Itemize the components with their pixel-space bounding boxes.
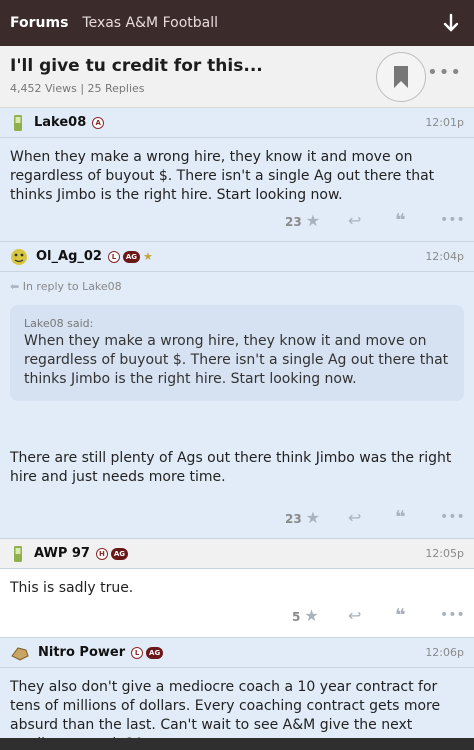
post-header: Lake08 A 12:01p: [0, 108, 474, 138]
gold-star-icon: ★: [142, 250, 153, 263]
reply-icon[interactable]: ↩: [348, 606, 361, 625]
post: AWP 97 H AG 12:05p This is sadly true. 5…: [0, 539, 474, 638]
user-badge: L: [131, 646, 144, 659]
reply-to-text: In reply to Lake08: [22, 280, 122, 293]
more-options-icon[interactable]: •••: [440, 212, 465, 228]
like-count: 23 ★: [285, 507, 321, 527]
post-actions: 23 ★ ↩ ❝ •••: [0, 507, 474, 528]
post: Nitro Power L AG 12:06p They also don't …: [0, 638, 474, 738]
post-body: They also don't give a mediocre coach a …: [10, 679, 441, 738]
post-actions: 5 ★ ↩ ❝ •••: [0, 605, 474, 626]
post-header: AWP 97 H AG 12:05p: [0, 539, 474, 569]
reply-icon[interactable]: ↩: [348, 211, 361, 230]
like-count: 5 ★: [292, 605, 319, 625]
reply-icon[interactable]: ↩: [348, 508, 361, 527]
post-body: This is sadly true.: [10, 580, 134, 596]
bookmark-button[interactable]: [376, 52, 426, 102]
ag-badge: AG: [122, 250, 140, 263]
username[interactable]: AWP 97: [34, 546, 90, 561]
phone-avatar-icon: [14, 114, 22, 131]
quote-icon[interactable]: ❝: [395, 605, 406, 626]
top-navigation-bar: Forums Texas A&M Football: [0, 0, 474, 46]
username[interactable]: Ol_Ag_02: [36, 249, 102, 264]
user-badge: H: [95, 547, 108, 560]
more-options-icon[interactable]: •••: [440, 607, 465, 623]
quote-icon[interactable]: ❝: [395, 210, 406, 231]
phone-avatar-icon: [14, 545, 22, 562]
post-time: 12:06p: [425, 646, 464, 659]
hand-avatar-icon: [11, 646, 29, 661]
quote-author: Lake08 said:: [24, 317, 94, 330]
bookmark-icon: [394, 66, 408, 88]
quote-text: When they make a wrong hire, they know i…: [24, 333, 449, 387]
post: Lake08 A 12:01p When they make a wrong h…: [0, 108, 474, 242]
post-body: There are still plenty of Ags out there …: [10, 450, 452, 485]
like-count: 23 ★: [285, 210, 321, 230]
more-options-icon[interactable]: •••: [440, 509, 465, 525]
user-badge: L: [107, 250, 120, 263]
breadcrumb-forum[interactable]: Texas A&M Football: [82, 15, 218, 31]
post: Ol_Ag_02 L AG ★ 12:04p ⬅ In reply to Lak…: [0, 242, 474, 539]
post-time: 12:01p: [425, 116, 464, 129]
post-actions: 23 ★ ↩ ❝ •••: [0, 210, 474, 231]
bottom-toolbar: [0, 738, 474, 750]
arrow-down-icon[interactable]: [442, 13, 460, 33]
forums-link[interactable]: Forums: [10, 15, 68, 31]
ag-badge: AG: [146, 646, 164, 659]
more-options-icon[interactable]: •••: [427, 62, 462, 83]
post-time: 12:04p: [425, 250, 464, 263]
quote-icon[interactable]: ❝: [395, 507, 406, 528]
username[interactable]: Lake08: [34, 115, 86, 130]
post-body: When they make a wrong hire, they know i…: [10, 149, 435, 203]
star-icon: ★: [305, 507, 321, 527]
thread-header: I'll give tu credit for this... 4,452 Vi…: [0, 46, 474, 108]
star-icon: ★: [305, 210, 321, 230]
quote-block: Lake08 said: When they make a wrong hire…: [10, 305, 464, 401]
user-badge: A: [92, 116, 105, 129]
face-avatar-icon: [11, 248, 27, 265]
username[interactable]: Nitro Power: [38, 645, 125, 660]
ag-badge: AG: [110, 547, 128, 560]
post-time: 12:05p: [425, 547, 464, 560]
star-icon: ★: [304, 605, 319, 625]
post-header: Ol_Ag_02 L AG ★ 12:04p: [0, 242, 474, 272]
reply-to-indicator[interactable]: ⬅ In reply to Lake08: [0, 272, 474, 293]
post-header: Nitro Power L AG 12:06p: [0, 638, 474, 668]
reply-arrow-icon: ⬅: [10, 280, 20, 293]
